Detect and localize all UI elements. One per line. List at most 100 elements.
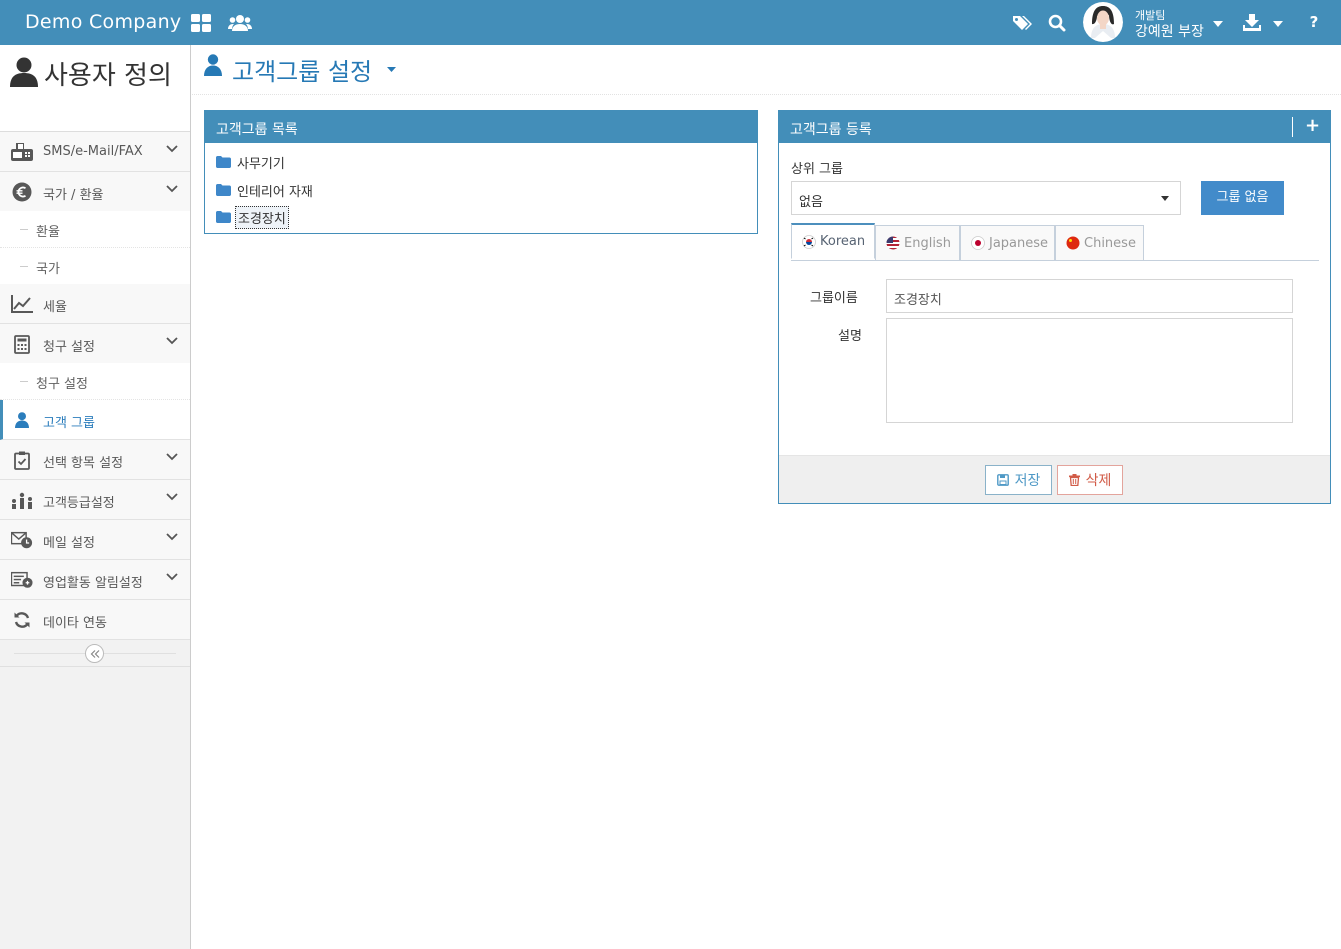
help-icon[interactable]: ? <box>1303 11 1325 33</box>
sidebar-item-label: 청구 설정 <box>36 377 88 392</box>
refresh-icon <box>11 610 33 630</box>
tree-item[interactable]: 사무기기 <box>216 151 287 173</box>
avatar[interactable] <box>1083 0 1123 45</box>
rank-icon <box>11 490 33 510</box>
tree-item-selected[interactable]: 조경장치 <box>216 205 289 229</box>
tree-item-label: 인테리어 자재 <box>237 184 313 200</box>
description-label: 설명 <box>838 329 862 344</box>
sidebar-item-label: 선택 항목 설정 <box>43 456 124 471</box>
add-button[interactable]: + <box>1305 115 1320 136</box>
sidebar-item-tax-rate[interactable]: 세율 <box>0 284 190 324</box>
sidebar-item-label: 청구 설정 <box>43 340 95 355</box>
sidebar-item-label: 메일 설정 <box>43 536 95 551</box>
double-chevron-left-icon[interactable] <box>85 644 104 663</box>
caret-down-icon[interactable] <box>1209 13 1227 35</box>
calculator-icon <box>11 334 33 354</box>
trash-icon <box>1068 474 1080 486</box>
sidebar-header: 사용자 정의 <box>0 45 190 132</box>
sidebar-item-data-sync[interactable]: 데이타 연동 <box>0 600 190 640</box>
us-flag-icon <box>886 236 900 250</box>
alarm-list-icon <box>11 570 33 590</box>
sidebar-item-customer-group[interactable]: 고객 그룹 <box>0 400 190 440</box>
tags-icon[interactable] <box>1011 12 1033 34</box>
sidebar-item-label: 국가 <box>36 262 60 277</box>
panel-header: 고객그룹 등록 + <box>779 111 1330 143</box>
download-icon[interactable] <box>1241 11 1263 33</box>
euro-icon <box>11 182 33 202</box>
sidebar-item-customer-grade[interactable]: 고객등급설정 <box>0 480 190 520</box>
mail-clock-icon <box>11 530 33 550</box>
sidebar-item-billing-settings[interactable]: 청구 설정 <box>0 324 190 364</box>
sidebar-item-label: 국가 / 환율 <box>43 188 104 203</box>
sidebar-item-label: SMS/e-Mail/FAX <box>43 144 143 159</box>
line-chart-icon <box>11 294 33 314</box>
user-name[interactable]: 강예원 부장 <box>1135 21 1204 41</box>
chevron-down-icon <box>166 533 178 541</box>
panel-title: 고객그룹 등록 <box>790 122 872 138</box>
japan-flag-icon <box>971 236 985 250</box>
description-textarea[interactable] <box>886 318 1293 423</box>
caret-down-icon[interactable] <box>387 67 396 72</box>
search-icon[interactable] <box>1046 12 1068 34</box>
tab-label: Chinese <box>1084 235 1136 251</box>
chevron-down-icon <box>166 145 178 153</box>
sidebar-item-label: 환율 <box>36 225 60 240</box>
tab-korean[interactable]: Korean <box>791 223 875 259</box>
parent-group-select[interactable]: 없음 <box>791 181 1181 215</box>
sidebar-item-mail-settings[interactable]: 메일 설정 <box>0 520 190 560</box>
caret-down-icon <box>1161 196 1169 201</box>
tab-chinese[interactable]: Chinese <box>1055 225 1144 261</box>
sidebar-item-label: 고객등급설정 <box>43 496 115 511</box>
caret-down-icon[interactable] <box>1269 13 1287 35</box>
brand-logo[interactable]: Demo Company <box>25 11 181 33</box>
sidebar-item-selection-settings[interactable]: 선택 항목 설정 <box>0 440 190 480</box>
sidebar-subitem-exchange-rate[interactable]: 환율 <box>0 211 190 248</box>
sidebar-title: 사용자 정의 <box>44 61 172 91</box>
sidebar-item-country-exchange[interactable]: 국가 / 환율 <box>0 172 190 212</box>
parent-group-label: 상위 그룹 <box>791 162 843 177</box>
folder-icon <box>216 156 231 168</box>
folder-icon <box>216 211 231 223</box>
fax-icon <box>11 142 33 162</box>
top-navbar: Demo Company 개발팀 강예원 부장 ? <box>0 0 1341 45</box>
sidebar-item-sms-email-fax[interactable]: SMS/e-Mail/FAX <box>0 132 190 172</box>
sidebar-item-label: 영업활동 알림설정 <box>43 576 143 591</box>
chevron-down-icon <box>166 573 178 581</box>
folder-icon <box>216 184 231 196</box>
page-title[interactable]: 고객그룹 설정 <box>232 52 372 87</box>
grid-icon[interactable] <box>190 12 212 34</box>
china-flag-icon <box>1066 236 1080 250</box>
tree-item[interactable]: 인테리어 자재 <box>216 179 315 201</box>
check-clipboard-icon <box>11 450 33 470</box>
sidebar-subitem-country[interactable]: 국가 <box>0 248 190 285</box>
users-icon[interactable] <box>227 12 253 34</box>
chevron-down-icon <box>166 453 178 461</box>
sidebar: 사용자 정의 SMS/e-Mail/FAX 국가 / 환율 환율 국가 세율 청… <box>0 45 191 949</box>
tab-label: Korean <box>820 234 866 249</box>
tab-japanese[interactable]: Japanese <box>960 225 1055 261</box>
tab-english[interactable]: English <box>875 225 960 261</box>
chevron-down-icon <box>166 185 178 193</box>
chevron-down-icon <box>166 493 178 501</box>
tab-label: English <box>904 235 951 251</box>
no-group-button[interactable]: 그룹 없음 <box>1201 181 1284 215</box>
sidebar-item-sales-alert-settings[interactable]: 영업활동 알림설정 <box>0 560 190 600</box>
panel-title: 고객그룹 목록 <box>216 122 298 138</box>
tree-item-label: 사무기기 <box>237 156 285 172</box>
sidebar-collapse-bar <box>0 640 190 667</box>
delete-button[interactable]: 삭제 <box>1057 465 1123 495</box>
sidebar-item-label: 고객 그룹 <box>43 416 95 431</box>
group-name-label: 그룹이름 <box>810 291 858 306</box>
page-header: 고객그룹 설정 <box>192 45 1341 95</box>
sidebar-subitem-billing-settings[interactable]: 청구 설정 <box>0 363 190 400</box>
sidebar-item-label: 세율 <box>43 300 67 315</box>
sidebar-item-label: 데이타 연동 <box>43 616 107 631</box>
tree-item-label: 조경장치 <box>235 205 289 229</box>
user-icon <box>10 57 38 87</box>
chevron-down-icon <box>166 337 178 345</box>
group-list-panel: 고객그룹 목록 사무기기 인테리어 자재 조경장치 <box>204 110 758 234</box>
form-footer: 저장 삭제 <box>779 455 1330 503</box>
user-icon <box>11 410 33 430</box>
group-name-input[interactable]: 조경장치 <box>886 279 1293 313</box>
save-button[interactable]: 저장 <box>985 465 1052 495</box>
